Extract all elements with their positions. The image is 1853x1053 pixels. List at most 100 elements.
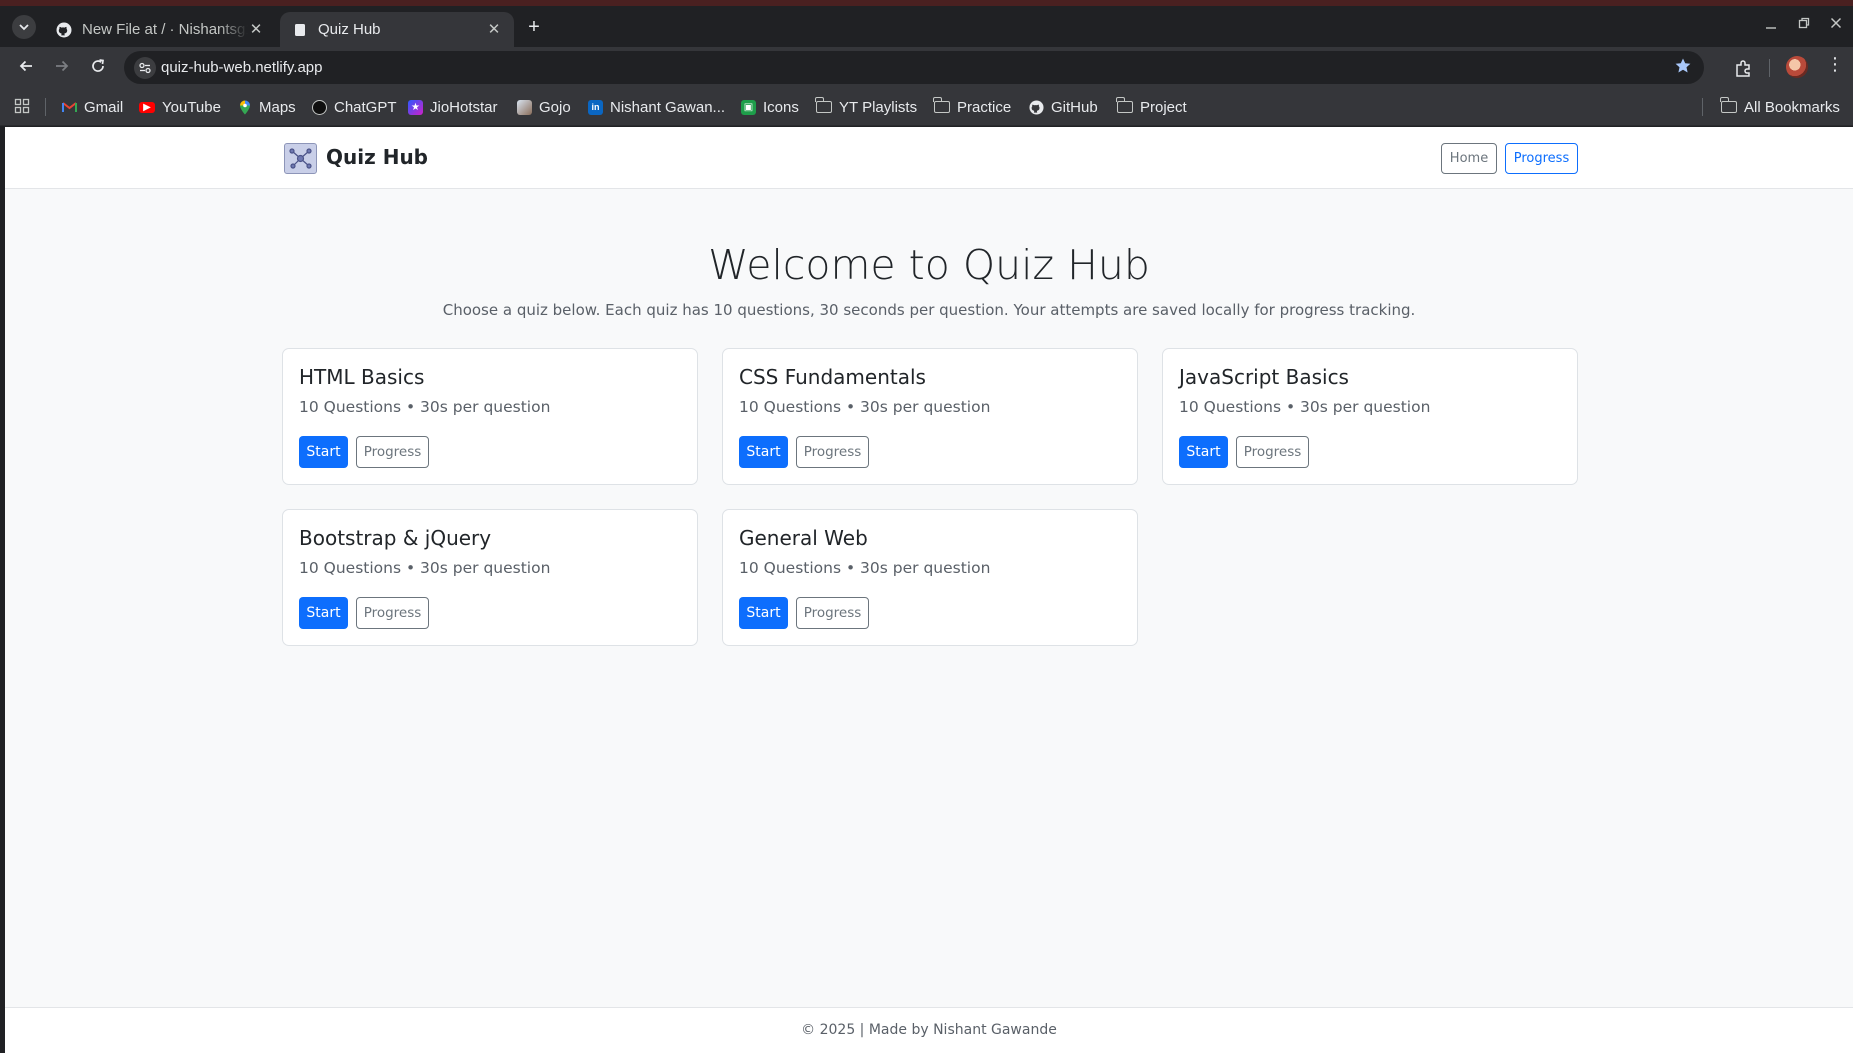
minimize-icon[interactable] [1762, 16, 1780, 33]
more-menu-icon[interactable]: ⋮ [1826, 54, 1844, 75]
back-button[interactable] [14, 56, 38, 80]
bookmark-gojo[interactable]: Gojo [517, 96, 571, 118]
bookmark-label: Maps [259, 98, 296, 116]
apps-grid-icon[interactable] [14, 98, 32, 116]
folder-icon [1720, 97, 1737, 113]
all-bookmarks-button[interactable]: All Bookmarks [1720, 96, 1840, 118]
start-button[interactable]: Start [299, 436, 348, 468]
chevron-down-icon [19, 24, 29, 31]
quiz-title: General Web [739, 526, 868, 550]
start-button[interactable]: Start [299, 597, 348, 629]
progress-button[interactable]: Progress [356, 436, 429, 468]
tab-quiz-hub[interactable]: Quiz Hub ✕ [280, 12, 514, 47]
quiz-card: JavaScript Basics 10 Questions • 30s per… [1162, 348, 1578, 485]
bookmark-label: JioHotstar [430, 98, 498, 116]
folder-icon [933, 97, 950, 113]
bookmark-label: YT Playlists [839, 98, 918, 116]
bookmark-label: Nishant Gawan... [610, 98, 726, 116]
chatgpt-icon [312, 99, 327, 115]
tab-title: New File at / · Nishantsg1 [82, 21, 248, 38]
profile-avatar[interactable] [1786, 56, 1808, 78]
start-button[interactable]: Start [1179, 436, 1228, 468]
progress-button[interactable]: Progress [796, 597, 869, 629]
bookmark-youtube[interactable]: ▶ YouTube [139, 96, 221, 118]
gmail-icon [62, 100, 77, 115]
quiz-meta: 10 Questions • 30s per question [739, 559, 991, 577]
maps-icon [237, 100, 252, 115]
quiz-meta: 10 Questions • 30s per question [299, 559, 551, 577]
close-icon[interactable]: ✕ [248, 21, 264, 38]
bookmark-linkedin[interactable]: in Nishant Gawan... [588, 96, 725, 118]
icons-icon: ▣ [741, 99, 756, 115]
nav-home-button[interactable]: Home [1441, 143, 1497, 174]
nav-progress-button[interactable]: Progress [1505, 143, 1578, 174]
start-button[interactable]: Start [739, 436, 788, 468]
progress-button[interactable]: Progress [356, 597, 429, 629]
bookmark-project[interactable]: Project [1116, 96, 1187, 118]
bookmark-maps[interactable]: Maps [237, 96, 296, 118]
bookmarks-divider [45, 98, 46, 116]
forward-button[interactable] [50, 56, 74, 80]
bookmark-label: Gmail [84, 98, 124, 116]
github-icon [56, 22, 72, 38]
bookmark-github[interactable]: GitHub [1029, 96, 1098, 118]
gojo-icon [517, 99, 532, 115]
bookmark-label: Gojo [539, 98, 571, 116]
progress-button[interactable]: Progress [796, 436, 869, 468]
site-footer: © 2025 | Made by Nishant Gawande [5, 1007, 1853, 1053]
bookmark-label: Practice [957, 98, 1012, 116]
restore-icon[interactable] [1795, 16, 1813, 33]
tab-github[interactable]: New File at / · Nishantsg1 ✕ [44, 12, 276, 47]
bookmark-label: YouTube [162, 98, 221, 116]
bookmark-jiohotstar[interactable]: ★ JioHotstar [408, 96, 498, 118]
bookmark-yt-playlists[interactable]: YT Playlists [815, 96, 918, 118]
reload-icon [92, 59, 104, 72]
bookmarks-divider [1702, 98, 1703, 116]
bookmark-label: All Bookmarks [1744, 98, 1840, 116]
bookmark-label: Icons [763, 98, 799, 116]
arrow-right-icon [56, 60, 69, 72]
page-icon [292, 22, 308, 38]
quiz-card: CSS Fundamentals 10 Questions • 30s per … [722, 348, 1138, 485]
close-icon[interactable]: ✕ [486, 21, 502, 38]
folder-icon [1116, 97, 1133, 113]
arrow-left-icon [19, 60, 32, 72]
quiz-card: General Web 10 Questions • 30s per quest… [722, 509, 1138, 646]
jiohotstar-icon: ★ [408, 99, 423, 115]
reload-button[interactable] [86, 56, 110, 80]
url-text: quiz-hub-web.netlify.app [161, 59, 323, 76]
bookmark-practice[interactable]: Practice [933, 96, 1012, 118]
quiz-card: HTML Basics 10 Questions • 30s per quest… [282, 348, 698, 485]
bookmark-label: ChatGPT [334, 98, 397, 116]
progress-button[interactable]: Progress [1236, 436, 1309, 468]
new-tab-button[interactable]: + [524, 17, 544, 38]
quiz-meta: 10 Questions • 30s per question [299, 398, 551, 416]
bookmarks-bar: Gmail ▶ YouTube Maps ChatGPT ★ JioHotsta… [0, 88, 1853, 126]
start-button[interactable]: Start [739, 597, 788, 629]
bookmark-icons[interactable]: ▣ Icons [741, 96, 799, 118]
quiz-meta: 10 Questions • 30s per question [739, 398, 991, 416]
bookmark-label: Project [1140, 98, 1187, 116]
page-subtitle: Choose a quiz below. Each quiz has 10 qu… [442, 301, 1416, 319]
site-navbar: Quiz Hub Home Progress [5, 127, 1853, 189]
youtube-icon: ▶ [139, 101, 155, 113]
tab-search-button[interactable] [12, 15, 36, 39]
quiz-title: JavaScript Basics [1179, 365, 1349, 389]
address-bar[interactable]: quiz-hub-web.netlify.app [124, 51, 1704, 84]
page-title: Welcome to Quiz Hub [708, 241, 1150, 289]
linkedin-icon: in [588, 99, 603, 115]
quiz-card: Bootstrap & jQuery 10 Questions • 30s pe… [282, 509, 698, 646]
quiz-title: Bootstrap & jQuery [299, 526, 492, 550]
quiz-title: HTML Basics [299, 365, 425, 389]
folder-icon [815, 97, 832, 113]
site-info-icon[interactable] [134, 57, 156, 79]
star-icon[interactable] [1674, 57, 1692, 80]
brand-name[interactable]: Quiz Hub [326, 145, 428, 169]
brand-logo-icon[interactable] [284, 143, 317, 174]
extensions-icon[interactable] [1732, 56, 1756, 80]
browser-window: New File at / · Nishantsg1 ✕ Quiz Hub ✕ … [0, 6, 1853, 1053]
bookmark-chatgpt[interactable]: ChatGPT [312, 96, 397, 118]
bookmark-label: GitHub [1051, 98, 1098, 116]
bookmark-gmail[interactable]: Gmail [62, 96, 123, 118]
close-window-icon[interactable] [1827, 16, 1845, 33]
